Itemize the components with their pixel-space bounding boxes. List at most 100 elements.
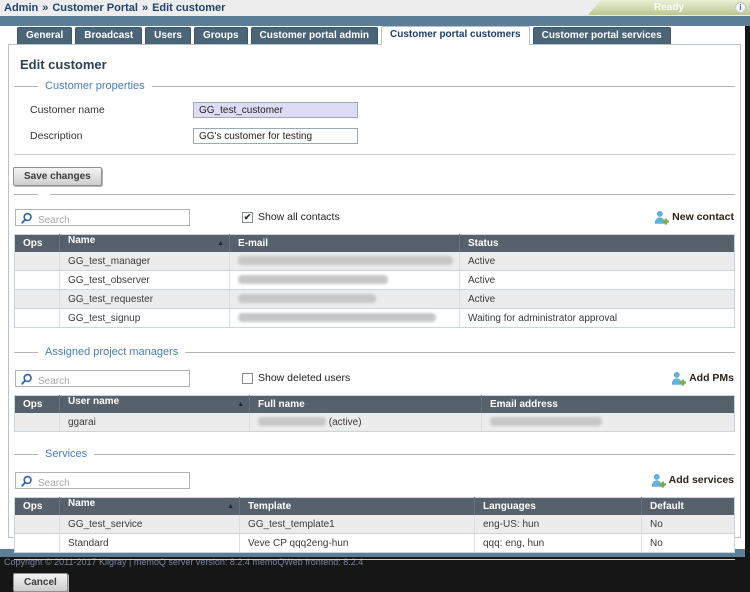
service-languages: qqq: eng, hun <box>475 534 642 553</box>
customer-properties-section: Customer properties Customer name Descri… <box>14 80 735 155</box>
status-text: Ready <box>654 2 684 13</box>
description-label: Description <box>30 130 193 142</box>
redacted-email <box>238 275 388 284</box>
table-row: GG_test_signup Waiting for administrator… <box>15 309 735 328</box>
add-services-button[interactable]: Add services <box>651 473 734 488</box>
tab-bar: General Broadcast Users Groups Customer … <box>17 26 745 44</box>
contact-name: GG_test_signup <box>60 309 230 328</box>
redacted-email <box>238 294 376 303</box>
pm-search <box>15 370 190 387</box>
contacts-search-input[interactable] <box>16 213 189 228</box>
sort-asc-icon: ▲ <box>217 235 224 252</box>
contacts-header-row: Ops Name▲ E-mail Status <box>15 235 735 253</box>
ops-cell <box>15 309 60 328</box>
pm-col-ops: Ops <box>15 396 60 414</box>
contacts-col-status[interactable]: Status <box>460 235 735 253</box>
table-row: GG_test_requester Active <box>15 290 735 309</box>
contacts-toolbar: ✔ Show all contacts New contact <box>15 208 734 226</box>
redacted-email <box>490 417 602 426</box>
pm-col-user[interactable]: User name▲ <box>60 396 250 414</box>
customer-properties-legend: Customer properties <box>38 80 152 92</box>
pm-toolbar: Show deleted users Add PMs <box>15 369 734 387</box>
services-col-default[interactable]: Default <box>642 498 735 516</box>
contact-status: Active <box>460 290 735 309</box>
table-row: GG_test_service GG_test_template1 eng-US… <box>15 515 735 534</box>
pm-search-input[interactable] <box>16 374 189 389</box>
redacted-name <box>258 417 326 426</box>
ops-cell <box>15 271 60 290</box>
services-search-input[interactable] <box>16 476 189 491</box>
show-deleted-users-checkbox[interactable] <box>242 373 253 384</box>
breadcrumb-separator: » <box>142 2 148 14</box>
show-deleted-users-label: Show deleted users <box>258 372 350 384</box>
tab-customer-portal-admin[interactable]: Customer portal admin <box>251 27 378 44</box>
search-icon <box>20 212 33 225</box>
cancel-button[interactable]: Cancel <box>13 573 68 592</box>
header-accent-bar <box>0 16 750 26</box>
tab-users[interactable]: Users <box>145 27 191 44</box>
customer-name-input[interactable] <box>193 102 358 118</box>
breadcrumb-customer-portal[interactable]: Customer Portal <box>52 2 138 14</box>
customer-name-row: Customer name <box>30 102 735 118</box>
description-input[interactable] <box>193 128 358 144</box>
show-all-contacts-label: Show all contacts <box>258 211 340 223</box>
ops-cell <box>15 413 60 432</box>
tab-groups[interactable]: Groups <box>194 27 248 44</box>
service-default: No <box>642 515 735 534</box>
service-name: Standard <box>60 534 240 553</box>
tab-general[interactable]: General <box>17 27 72 44</box>
ops-cell <box>15 515 60 534</box>
contact-status: Active <box>460 252 735 271</box>
page-title: Edit customer <box>20 57 740 72</box>
contact-name: GG_test_requester <box>60 290 230 309</box>
person-add-icon <box>651 473 666 488</box>
service-name: GG_test_service <box>60 515 240 534</box>
contact-email <box>230 309 460 328</box>
breadcrumb-current: Edit customer <box>152 2 225 14</box>
sort-asc-icon: ▲ <box>227 498 234 515</box>
services-legend: Services <box>38 448 94 460</box>
person-add-icon <box>671 371 686 386</box>
breadcrumb: Admin » Customer Portal » Edit customer <box>4 0 225 16</box>
add-pms-button[interactable]: Add PMs <box>671 371 734 386</box>
pm-col-email[interactable]: Email address <box>482 396 735 414</box>
table-row: ggarai (active) <box>15 413 735 432</box>
sort-asc-icon: ▲ <box>237 396 244 413</box>
service-template: GG_test_template1 <box>240 515 475 534</box>
tab-customer-portal-services[interactable]: Customer portal services <box>533 27 671 44</box>
tab-customer-portal-customers[interactable]: Customer portal customers <box>381 26 530 45</box>
main-area: General Broadcast Users Groups Customer … <box>0 26 745 549</box>
new-contact-button[interactable]: New contact <box>654 210 734 225</box>
breadcrumb-admin[interactable]: Admin <box>4 2 38 14</box>
contacts-col-name[interactable]: Name▲ <box>60 235 230 253</box>
table-row: GG_test_manager Active <box>15 252 735 271</box>
pm-col-full[interactable]: Full name <box>250 396 482 414</box>
pm-user-name: ggarai <box>60 413 250 432</box>
tab-broadcast[interactable]: Broadcast <box>75 27 142 44</box>
service-template: Veve CP qqq2eng-hun <box>240 534 475 553</box>
status-bar: Ready i <box>588 0 750 15</box>
services-col-languages[interactable]: Languages <box>475 498 642 516</box>
contacts-search <box>15 209 190 226</box>
contact-email <box>230 252 460 271</box>
info-icon[interactable]: i <box>735 2 746 13</box>
contacts-table: Ops Name▲ E-mail Status GG_test_manager … <box>14 234 735 328</box>
show-all-contacts-toggle[interactable]: ✔ Show all contacts <box>242 211 340 223</box>
contact-name: GG_test_manager <box>60 252 230 271</box>
services-col-template[interactable]: Template <box>240 498 475 516</box>
services-col-ops: Ops <box>15 498 60 516</box>
services-table: Ops Name▲ Template Languages Default GG_… <box>14 497 735 553</box>
breadcrumb-separator: » <box>42 2 48 14</box>
show-all-contacts-checkbox[interactable]: ✔ <box>242 212 253 223</box>
redacted-email <box>238 256 453 265</box>
pm-full-name: (active) <box>250 413 482 432</box>
pm-table: Ops User name▲ Full name Email address g… <box>14 395 735 432</box>
services-col-name[interactable]: Name▲ <box>60 498 240 516</box>
new-contact-label: New contact <box>672 211 734 223</box>
contacts-col-email[interactable]: E-mail <box>230 235 460 253</box>
content-panel: Edit customer Customer properties Custom… <box>8 44 741 538</box>
show-deleted-users-toggle[interactable]: Show deleted users <box>242 372 350 384</box>
save-changes-button[interactable]: Save changes <box>13 167 102 186</box>
pm-email <box>482 413 735 432</box>
person-add-icon <box>654 210 669 225</box>
